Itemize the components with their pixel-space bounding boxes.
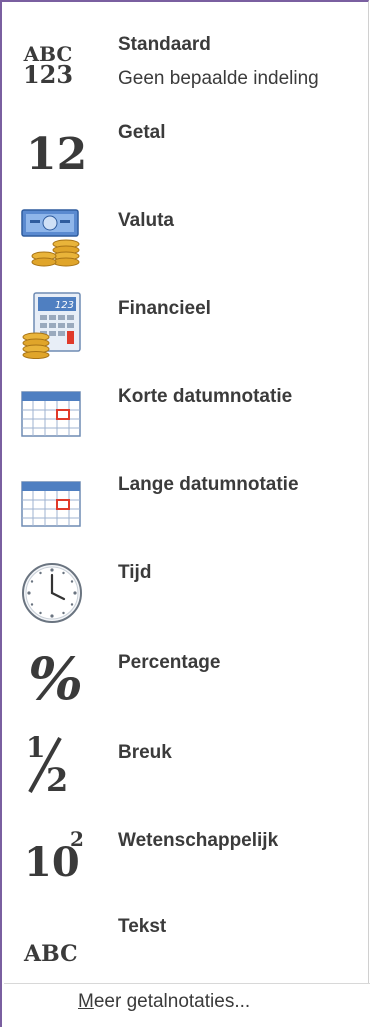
fraction-icon: 1 2 (20, 730, 90, 800)
digits-glyph: 123 (22, 59, 74, 89)
display-digits: 123 (55, 300, 74, 311)
menu-item-label: Getal (118, 122, 166, 143)
text-icon: ABC (20, 908, 90, 978)
number-format-menu: ABC 123 Standaard Geen bepaalde indeling… (0, 0, 370, 1027)
accelerator-key: M (78, 991, 94, 1012)
menu-item-lange-datumnotatie[interactable]: Lange datumnotatie (4, 464, 370, 552)
more-number-formats-label: eer getalnotaties... (93, 991, 251, 1012)
percent-icon: % (20, 644, 90, 714)
more-number-formats-link[interactable]: Meer getalnotaties... (78, 991, 250, 1013)
scientific-icon: 10 2 (20, 820, 90, 890)
menu-item-wetenschappelijk[interactable]: 10 2 Wetenschappelijk (4, 814, 370, 902)
currency-icon (20, 204, 90, 274)
text-glyph: ABC (24, 941, 78, 967)
number-icon: 12 (20, 120, 90, 190)
number-glyph: 12 (26, 129, 88, 180)
menu-item-label: Wetenschappelijk (118, 830, 279, 851)
menu-item-label: Lange datumnotatie (118, 474, 299, 495)
more-number-formats[interactable]: Meer getalnotaties... (4, 983, 370, 1027)
menu-item-label: Breuk (118, 742, 172, 763)
percent-glyph: % (28, 645, 84, 713)
menu-item-label: Korte datumnotatie (118, 386, 293, 407)
calendar-icon (20, 470, 90, 540)
clock-icon (20, 558, 90, 628)
menu-item-percentage[interactable]: % Percentage (4, 638, 370, 726)
accounting-icon: 123 (20, 290, 90, 360)
fraction-denominator: 2 (46, 761, 69, 799)
calendar-icon (20, 380, 90, 450)
menu-item-label: Percentage (118, 652, 221, 673)
menu-item-breuk[interactable]: 1 2 Breuk (4, 726, 370, 814)
menu-item-label: Tekst (118, 916, 167, 937)
menu-item-label: Financieel (118, 298, 211, 319)
menu-item-label: Standaard (118, 34, 211, 55)
abc-123-icon: ABC 123 (20, 30, 76, 100)
scientific-exponent: 2 (70, 827, 84, 851)
menu-item-tijd[interactable]: Tijd (4, 552, 370, 640)
menu-item-korte-datumnotatie[interactable]: Korte datumnotatie (4, 376, 370, 464)
menu-item-valuta[interactable]: Valuta (4, 200, 370, 288)
menu-item-description: Geen bepaalde indeling (118, 68, 319, 89)
menu-item-standaard[interactable]: ABC 123 Standaard Geen bepaalde indeling (4, 24, 370, 112)
menu-item-getal[interactable]: 12 Getal (4, 112, 370, 200)
menu-item-label: Tijd (118, 562, 152, 583)
menu-item-financieel[interactable]: 123 Financieel (4, 288, 370, 376)
menu-item-tekst[interactable]: ABC Tekst (4, 902, 370, 990)
menu-item-label: Valuta (118, 210, 174, 231)
